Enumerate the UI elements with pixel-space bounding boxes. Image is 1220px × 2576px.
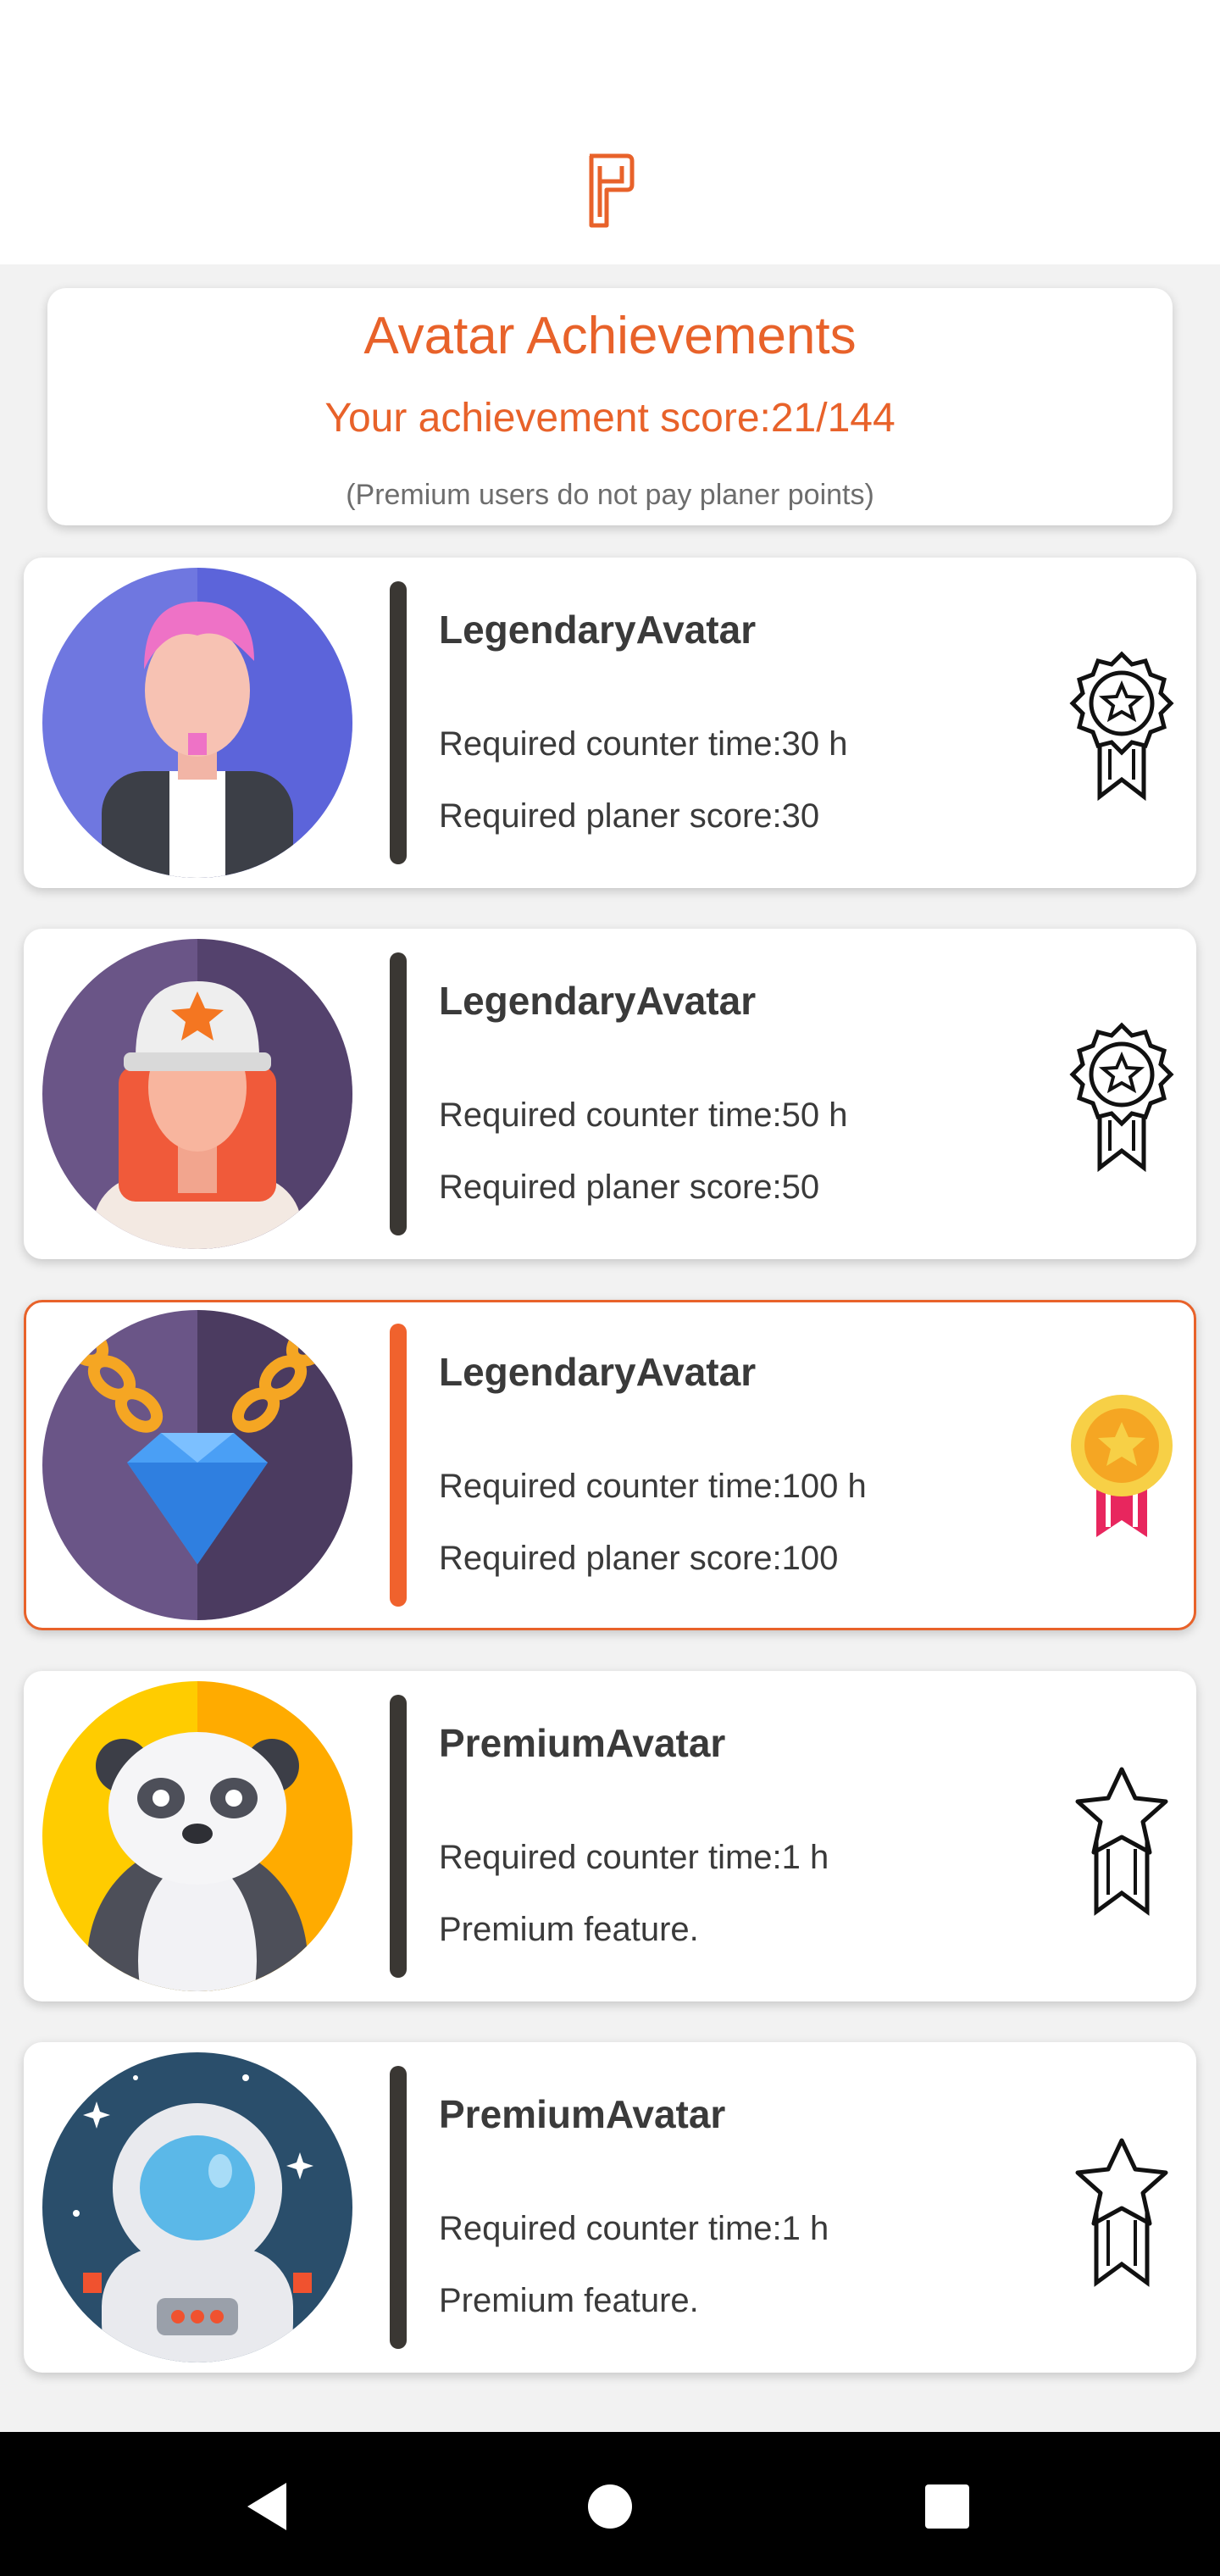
astronaut-avatar [42,2052,352,2362]
cap-girl-avatar [42,939,352,1249]
avatar-card-premium-astronaut[interactable]: PremiumAvatar Required counter time:1 h … [24,2042,1196,2373]
required-counter-time: Required counter time:100 h [439,1468,867,1505]
back-button[interactable] [227,2466,308,2547]
home-button[interactable] [569,2466,651,2547]
home-circle-icon [588,2484,632,2529]
panda-avatar [42,1681,352,1991]
avatar-card-legendary-100[interactable]: LegendaryAvatar Required counter time:10… [24,1300,1196,1630]
required-counter-time: Required counter time:1 h [439,2210,829,2247]
premium-feature-text: Premium feature. [439,2282,699,2319]
required-planer-score: Required planer score:50 [439,1169,820,1206]
pink-hair-man-avatar [42,568,352,878]
premium-note: (Premium users do not pay planer points) [346,479,874,511]
app-bar [0,0,1220,264]
achievement-score: Your achievement score:21/144 [324,396,896,441]
back-triangle-icon [247,2483,286,2530]
recents-square-icon [925,2484,969,2529]
gold-medal-icon [1071,1395,1173,1537]
required-counter-time: Required counter time:50 h [439,1096,848,1134]
outline-star-ribbon-icon [1075,1767,1168,1916]
card-divider [390,2066,407,2349]
outline-award-ribbon-icon [1069,651,1174,802]
achievements-header-card: Avatar Achievements Your achievement sco… [47,288,1173,525]
outline-award-ribbon-icon [1069,1022,1174,1173]
recents-button[interactable] [907,2466,988,2547]
card-divider [390,581,407,864]
outline-star-ribbon-icon [1075,2138,1168,2287]
card-title: LegendaryAvatar [439,979,757,1023]
avatar-card-legendary-50[interactable]: LegendaryAvatar Required counter time:50… [24,929,1196,1259]
avatar-card-legendary-30[interactable]: LegendaryAvatar Required counter time:30… [24,558,1196,888]
required-planer-score: Required planer score:30 [439,797,820,835]
page-title: Avatar Achievements [363,307,857,365]
required-counter-time: Required counter time:30 h [439,725,848,763]
card-divider [390,1695,407,1978]
card-title: PremiumAvatar [439,2092,726,2136]
card-title: PremiumAvatar [439,1721,726,1765]
required-counter-time: Required counter time:1 h [439,1839,829,1876]
premium-feature-text: Premium feature. [439,1911,699,1948]
diamond-chain-avatar [42,1310,352,1620]
avatar-card-premium-panda[interactable]: PremiumAvatar Required counter time:1 h … [24,1671,1196,2001]
card-title: LegendaryAvatar [439,1350,757,1394]
card-divider-active [390,1324,407,1607]
system-navigation-bar [0,2432,1220,2576]
card-title: LegendaryAvatar [439,608,757,652]
app-logo-icon [589,153,635,228]
card-divider [390,952,407,1235]
required-planer-score: Required planer score:100 [439,1540,839,1577]
